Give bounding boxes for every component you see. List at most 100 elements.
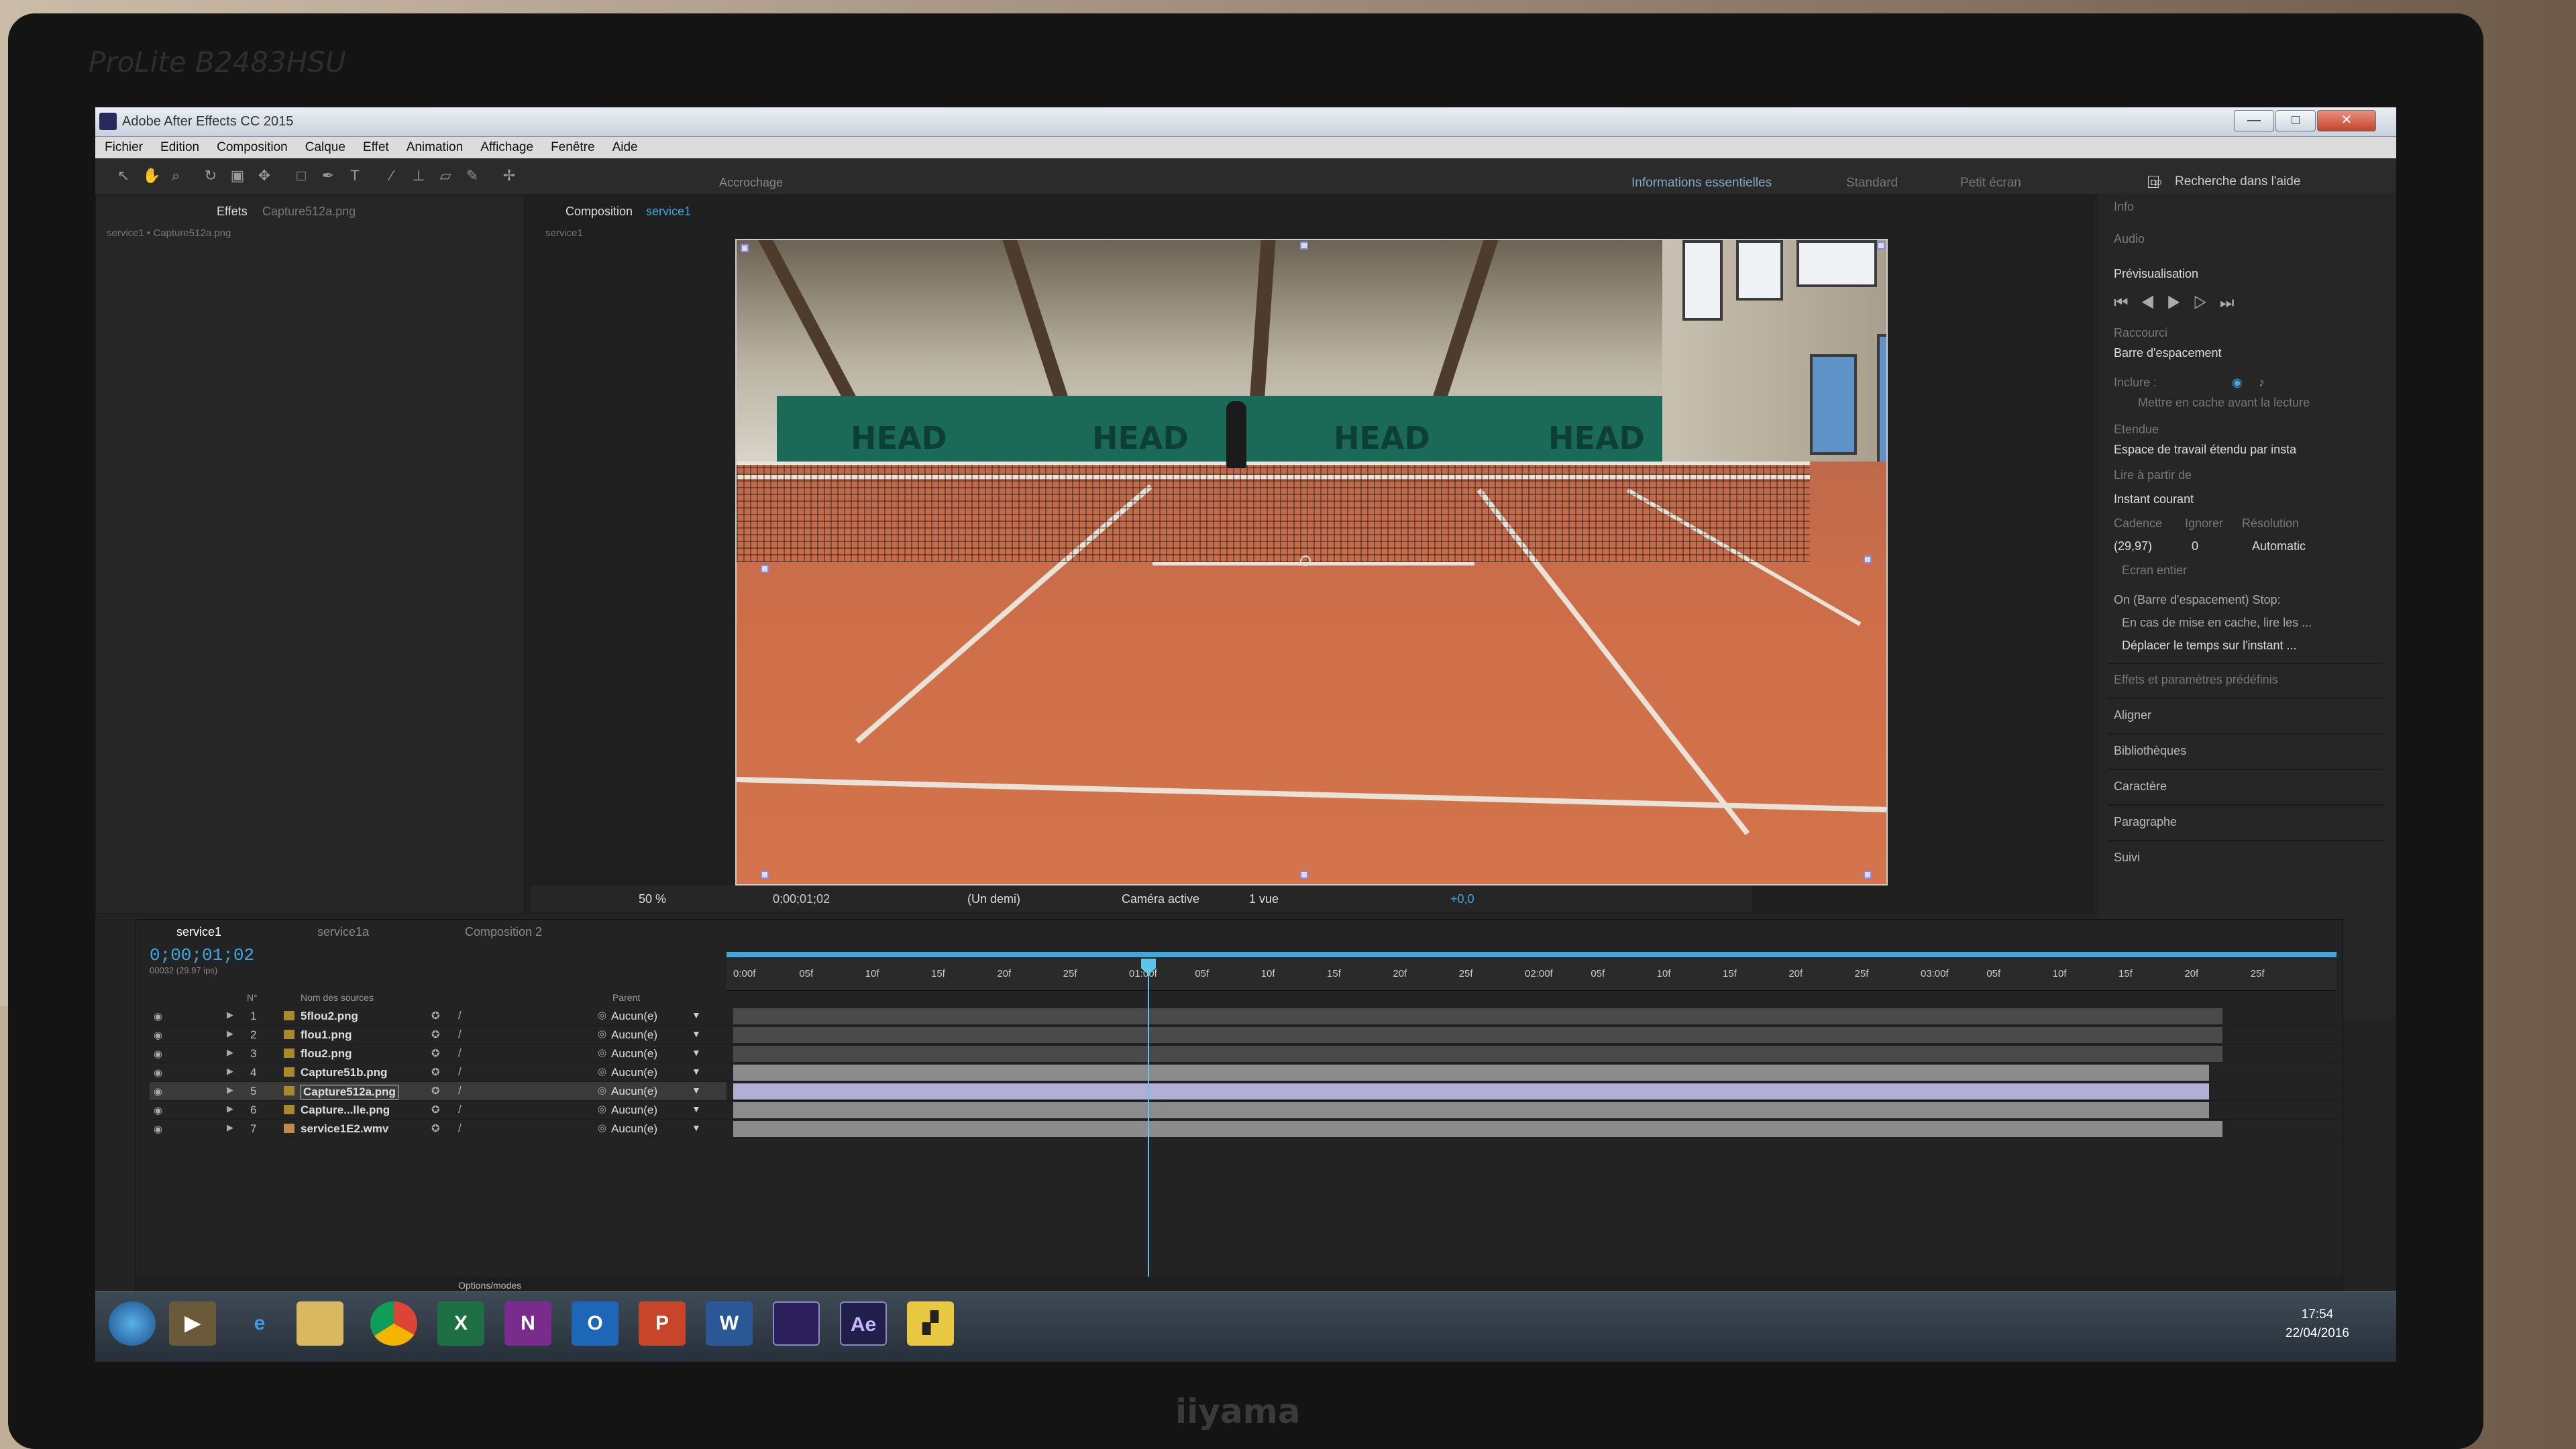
fullscreen-checkbox[interactable]: Ecran entier [2122,564,2187,578]
paragraph-panel[interactable]: Paragraphe [2114,815,2177,829]
transform-handle[interactable] [1877,241,1885,250]
transform-handle[interactable] [1864,555,1872,564]
menu-edition[interactable]: Edition [160,140,199,155]
shy-switch-icon[interactable]: ✪ [431,1085,440,1097]
quality-switch-icon[interactable]: / [458,1046,462,1060]
menu-affichage[interactable]: Affichage [480,140,533,155]
expand-arrow-icon[interactable]: ▶ [227,1066,233,1077]
chevron-down-icon[interactable]: ▼ [692,1028,701,1039]
expand-arrow-icon[interactable]: ▶ [227,1122,233,1133]
expand-arrow-icon[interactable]: ▶ [227,1028,233,1039]
timeline-current-time[interactable]: 0;00;01;02 [150,945,254,965]
workspace-small-screen[interactable]: Petit écran [1960,176,2021,191]
pickwhip-icon[interactable]: ◎ [598,1046,606,1059]
shy-switch-icon[interactable]: ✪ [431,1010,440,1022]
outlook-icon[interactable]: O [572,1301,619,1346]
layer-bar[interactable] [727,1120,2337,1138]
layer-name[interactable]: service1E2.wmv [301,1122,388,1136]
brush-tool-icon[interactable]: ∕ [384,168,400,184]
quality-switch-icon[interactable]: / [458,1009,462,1022]
excel-icon[interactable]: X [437,1301,484,1346]
stop-option-1[interactable]: En cas de mise en cache, lire les ... [2122,616,2312,630]
quality-switch-icon[interactable]: / [458,1103,462,1116]
timeline-tab-service1a[interactable]: service1a [317,925,369,939]
pickwhip-icon[interactable]: ◎ [598,1084,606,1096]
layer-bar[interactable] [727,1026,2337,1044]
file-explorer-icon[interactable] [297,1301,343,1346]
layer-row[interactable]: ◉ ▶ 4 Capture51b.png ✪ / ◎ Aucun(e) ▼ [150,1063,727,1082]
chevron-down-icon[interactable]: ▼ [692,1085,701,1095]
stop-option-2[interactable]: Déplacer le temps sur l'instant ... [2122,639,2297,653]
options-modes-toggle[interactable]: Options/modes [458,1280,521,1291]
workspace-standard[interactable]: Standard [1846,176,1898,191]
after-effects-taskbar-icon[interactable]: Ae [840,1301,887,1346]
playhead-line[interactable] [1148,959,1149,1281]
layer-bar[interactable] [727,1044,2337,1063]
parent-dropdown[interactable]: Aucun(e) [611,1047,657,1061]
hand-tool-icon[interactable]: ✋ [142,168,160,184]
rotate-tool-icon[interactable]: ↻ [203,168,219,184]
transform-handle[interactable] [761,565,769,573]
pickwhip-icon[interactable]: ◎ [598,1122,606,1134]
pickwhip-icon[interactable]: ◎ [598,1009,606,1021]
transform-handle[interactable] [1300,871,1308,879]
layer-row[interactable]: ◉ ▶ 1 5flou2.png ✪ / ◎ Aucun(e) ▼ [150,1007,727,1026]
timeline-tab-composition2[interactable]: Composition 2 [465,925,542,939]
preview-transport-controls[interactable]: ⏮◀▶▷⏭ [2114,294,2246,313]
menu-aide[interactable]: Aide [612,140,638,155]
expand-arrow-icon[interactable]: ▶ [227,1010,233,1020]
workspace-essentials[interactable]: Informations essentielles [1631,176,1772,191]
libraries-panel[interactable]: Bibliothèques [2114,744,2186,758]
shy-switch-icon[interactable]: ✪ [431,1028,440,1040]
layer-name[interactable]: flou1.png [301,1028,352,1042]
work-area-bar[interactable] [727,952,2337,957]
parent-dropdown[interactable]: Aucun(e) [611,1028,657,1042]
chevron-down-icon[interactable]: ▼ [692,1047,701,1058]
range-dropdown[interactable]: Espace de travail étendu par insta [2114,443,2296,457]
chrome-icon[interactable] [370,1301,417,1346]
resolution-dropdown[interactable]: (Un demi) [967,892,1020,906]
close-button[interactable]: ✕ [2317,110,2376,131]
premiere-icon[interactable] [773,1301,820,1346]
resolution-dropdown[interactable]: Automatic [2252,539,2306,553]
menu-fenetre[interactable]: Fenêtre [551,140,594,155]
camera-tool-icon[interactable]: ▣ [229,168,246,184]
anchor-point-icon[interactable] [1300,555,1311,566]
text-tool-icon[interactable]: T [347,168,363,184]
parent-dropdown[interactable]: Aucun(e) [611,1122,657,1136]
transform-handle[interactable] [1864,871,1872,879]
powerpoint-icon[interactable]: P [639,1301,686,1346]
camera-dropdown[interactable]: Caméra active [1122,892,1199,906]
effects-tab[interactable]: Effets [217,205,248,219]
zoom-tool-icon[interactable]: ⌕ [168,168,184,184]
chevron-down-icon[interactable]: ▼ [692,1066,701,1077]
include-audio-icon[interactable]: ♪ [2259,376,2265,390]
timeline-tab-service1[interactable]: service1 [176,925,221,939]
skip-dropdown[interactable]: 0 [2192,539,2198,553]
chevron-down-icon[interactable]: ▼ [692,1104,701,1114]
layer-bar[interactable] [727,1101,2337,1120]
info-panel-tab[interactable]: Info [2114,200,2134,214]
menu-composition[interactable]: Composition [217,140,288,155]
quality-switch-icon[interactable]: / [458,1122,462,1135]
menu-calque[interactable]: Calque [305,140,345,155]
menu-animation[interactable]: Animation [407,140,464,155]
layer-row[interactable]: ◉ ▶ 7 service1E2.wmv ✪ / ◎ Aucun(e) ▼ [150,1120,727,1138]
word-icon[interactable]: W [706,1301,753,1346]
parent-dropdown[interactable]: Aucun(e) [611,1066,657,1079]
transform-handle[interactable] [761,871,769,879]
audio-panel-tab[interactable]: Audio [2114,232,2145,246]
pan-behind-tool-icon[interactable]: ✥ [256,168,272,184]
visibility-eye-icon[interactable]: ◉ [154,1067,162,1079]
views-dropdown[interactable]: 1 vue [1249,892,1279,906]
layer-name[interactable]: Capture512a.png [301,1085,398,1099]
layer-name[interactable]: 5flou2.png [301,1010,358,1023]
pickwhip-icon[interactable]: ◎ [598,1103,606,1115]
zoom-dropdown[interactable]: 50 % [639,892,666,906]
system-clock[interactable]: 17:54 22/04/2016 [2286,1305,2349,1343]
play-from-dropdown[interactable]: Instant courant [2114,492,2194,506]
start-button-icon[interactable] [109,1301,156,1346]
visibility-eye-icon[interactable]: ◉ [154,1085,162,1097]
layer-row[interactable]: ◉ ▶ 2 flou1.png ✪ / ◎ Aucun(e) ▼ [150,1026,727,1044]
maximize-button[interactable]: □ [2275,110,2316,131]
